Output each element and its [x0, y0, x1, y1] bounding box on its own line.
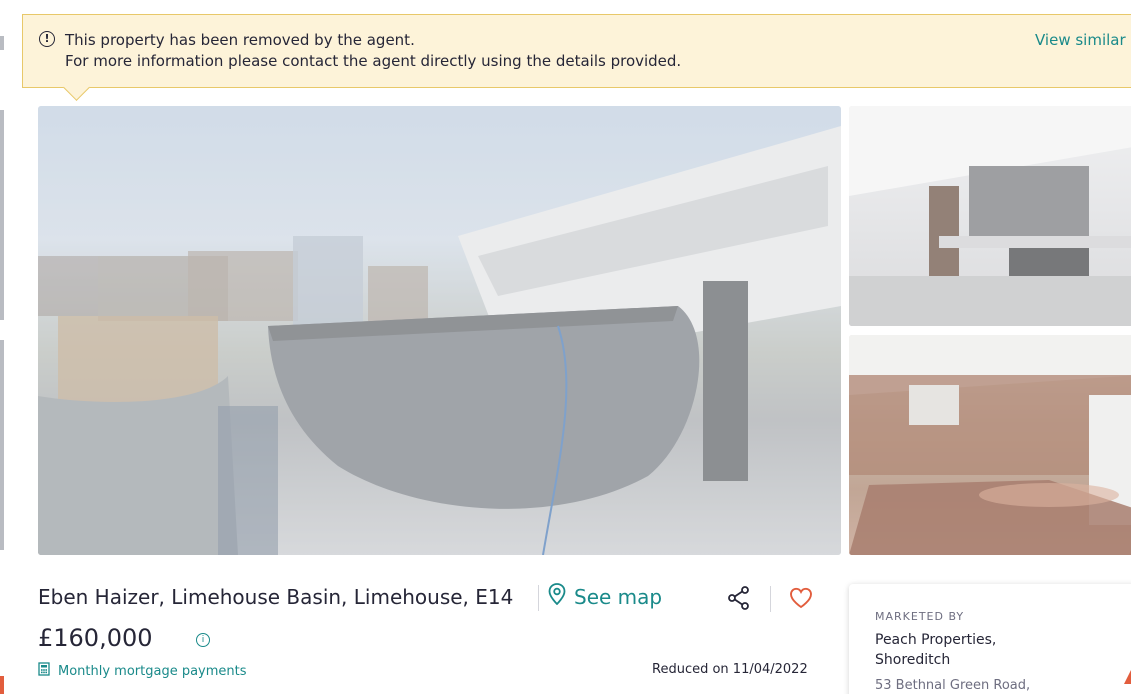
share-button[interactable] [726, 585, 752, 611]
edge-accent-mark [0, 676, 4, 694]
location-pin-icon [548, 583, 566, 610]
favourite-button[interactable] [788, 585, 814, 611]
info-circle-icon: ! [39, 31, 55, 47]
removed-notice-banner: ! This property has been removed by the … [22, 14, 1131, 88]
calculator-icon [38, 662, 50, 680]
main-property-photo[interactable] [38, 106, 841, 555]
price-reduced-date: Reduced on 11/04/2022 [652, 662, 808, 677]
notice-description: For more information please contact the … [65, 52, 682, 70]
share-icon [728, 586, 749, 610]
wood-paneled-cabin-photo[interactable] [849, 335, 1131, 555]
previous-panel-edge [0, 0, 4, 694]
heart-icon [790, 587, 812, 609]
price-info-icon[interactable]: i [196, 633, 210, 647]
agent-name-link[interactable]: Peach Properties, Shoreditch [875, 630, 1075, 670]
agent-card: MARKETED BY Peach Properties, Shoreditch… [849, 584, 1131, 694]
mortgage-payments-link[interactable]: Monthly mortgage payments [38, 662, 247, 680]
address-divider [538, 585, 539, 611]
kitchen-interior-photo[interactable] [849, 106, 1131, 326]
agent-address: 53 Bethnal Green Road, [875, 678, 1031, 693]
notice-title: This property has been removed by the ag… [65, 31, 415, 49]
see-map-label: See map [574, 584, 663, 609]
view-similar-link[interactable]: View similar [1035, 31, 1126, 49]
property-address: Eben Haizer, Limehouse Basin, Limehouse,… [38, 585, 514, 609]
property-price: £160,000 [38, 624, 153, 652]
see-map-link[interactable]: See map [548, 583, 662, 610]
marketed-by-label: MARKETED BY [875, 610, 965, 623]
actions-divider [770, 586, 771, 612]
mortgage-link-label: Monthly mortgage payments [58, 663, 247, 679]
